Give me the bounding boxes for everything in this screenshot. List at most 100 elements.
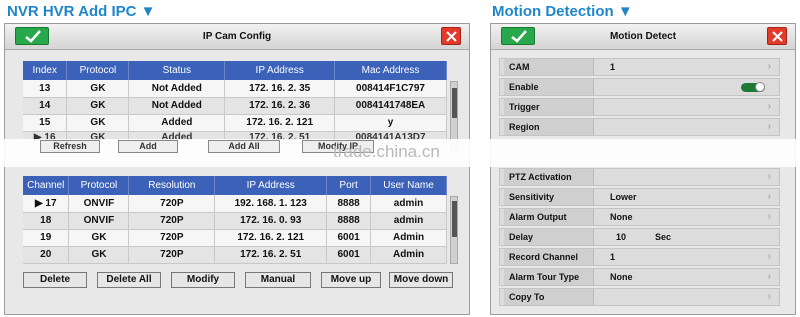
cell: ONVIF [68, 212, 130, 230]
setting-value: 1 [610, 252, 616, 262]
delete-button[interactable]: Delete [23, 272, 87, 288]
delay-value[interactable]: 10 [616, 229, 626, 245]
add-button[interactable]: Add [118, 140, 178, 153]
setting-record-channel[interactable]: Record Channel 1 › [499, 248, 780, 266]
setting-label: Copy To [504, 289, 594, 305]
screenshot-composite: NVR HVR Add IPC ▼ Motion Detection ▼ IP … [0, 0, 800, 317]
refresh-button[interactable]: Refresh [40, 140, 100, 153]
table-row[interactable]: 19 GK 720P 172. 16. 2. 121 6001 Admin [23, 229, 447, 247]
scrollbar-thumb[interactable] [452, 88, 457, 118]
chevron-right-icon: › [767, 251, 771, 262]
column-header[interactable]: Mac Address [334, 61, 447, 80]
cell: 6001 [326, 229, 372, 247]
cell: 0084141748EA [334, 97, 447, 115]
table-row[interactable]: 13 GK Not Added 172. 16. 2. 35 008414F1C… [23, 80, 447, 98]
setting-value: 1 [610, 62, 616, 72]
window-header: IP Cam Config [5, 24, 469, 50]
add-all-button[interactable]: Add All [208, 140, 280, 153]
column-header[interactable]: Protocol [68, 176, 130, 195]
move-down-button[interactable]: Move down [389, 272, 453, 288]
column-header[interactable]: Protocol [66, 61, 130, 80]
watermark-text: trade.china.cn [333, 142, 440, 161]
cell: 15 [23, 114, 68, 132]
scrollbar-bottom-table[interactable] [450, 196, 458, 264]
table-row[interactable]: 15 GK Added 172. 16. 2. 121 y [23, 114, 447, 132]
column-header[interactable]: IP Address [224, 61, 336, 80]
setting-label: Sensitivity [504, 189, 594, 205]
table-row[interactable]: 18 ONVIF 720P 172. 16. 0. 93 8888 admin [23, 212, 447, 230]
window-title: Motion Detect [609, 31, 677, 42]
scrollbar-thumb[interactable] [452, 201, 457, 237]
column-header[interactable]: Resolution [128, 176, 216, 195]
cell: 720P [128, 212, 216, 230]
column-header[interactable]: Status [128, 61, 226, 80]
section-title-motion: Motion Detection ▼ [492, 3, 633, 20]
column-header[interactable]: Channel [23, 176, 70, 195]
table-row[interactable]: 14 GK Not Added 172. 16. 2. 36 008414174… [23, 97, 447, 115]
setting-region[interactable]: Region › [499, 118, 780, 136]
chevron-right-icon: › [767, 191, 771, 202]
cell: 13 [23, 80, 68, 98]
table-row[interactable]: 20 GK 720P 172. 16. 2. 51 6001 Admin [23, 246, 447, 264]
cell: Admin [370, 229, 447, 247]
chevron-right-icon: › [767, 211, 771, 222]
setting-alarm-output[interactable]: Alarm Output None › [499, 208, 780, 226]
table-row[interactable]: ▶ 17 ONVIF 720P 192. 168. 1. 123 8888 ad… [23, 195, 447, 213]
column-header[interactable]: Index [23, 61, 68, 80]
setting-cam[interactable]: CAM 1 › [499, 58, 780, 76]
cell: 172. 16. 2. 36 [224, 97, 336, 115]
setting-trigger[interactable]: Trigger › [499, 98, 780, 116]
setting-label: Region [504, 119, 594, 135]
setting-ptz-activation[interactable]: PTZ Activation › [499, 168, 780, 186]
cell: GK [68, 229, 130, 247]
setting-enable: Enable [499, 78, 780, 96]
manual-button[interactable]: Manual [245, 272, 311, 288]
cell: Not Added [128, 80, 226, 98]
cell: ▶ 17 [23, 195, 70, 213]
setting-label: PTZ Activation [504, 169, 594, 185]
cell: 14 [23, 97, 68, 115]
setting-sensitivity[interactable]: Sensitivity Lower › [499, 188, 780, 206]
cell: 19 [23, 229, 70, 247]
action-button-row: Delete Delete All Modify Manual Move up … [23, 272, 463, 290]
cell: admin [370, 195, 447, 213]
close-icon [446, 31, 457, 42]
chevron-right-icon: › [767, 101, 771, 112]
move-up-button[interactable]: Move up [321, 272, 381, 288]
setting-label: Record Channel [504, 249, 594, 265]
cell: Not Added [128, 97, 226, 115]
modify-button[interactable]: Modify [171, 272, 235, 288]
cell: 720P [128, 246, 216, 264]
cell: 8888 [326, 195, 372, 213]
column-header[interactable]: Port [326, 176, 372, 195]
close-icon [772, 31, 783, 42]
column-header[interactable]: User Name [370, 176, 447, 195]
column-header[interactable]: IP Address [214, 176, 328, 195]
setting-copy-to[interactable]: Copy To › [499, 288, 780, 306]
table-header-row: Channel Protocol Resolution IP Address P… [23, 176, 447, 195]
cell: 20 [23, 246, 70, 264]
enable-toggle[interactable] [741, 82, 765, 92]
setting-label: CAM [504, 59, 594, 75]
setting-value: Lower [610, 192, 637, 202]
delete-all-button[interactable]: Delete All [97, 272, 161, 288]
cell: GK [66, 97, 130, 115]
setting-label: Trigger [504, 99, 594, 115]
cell: Admin [370, 246, 447, 264]
close-button[interactable] [767, 27, 787, 45]
cell: 172. 16. 2. 121 [214, 229, 328, 247]
setting-label: Alarm Output [504, 209, 594, 225]
setting-label: Enable [504, 79, 594, 95]
setting-delay[interactable]: Delay 10 Sec [499, 228, 780, 246]
close-button[interactable] [441, 27, 461, 45]
setting-alarm-tour-type[interactable]: Alarm Tour Type None › [499, 268, 780, 286]
chevron-right-icon: › [767, 121, 771, 132]
cell: 8888 [326, 212, 372, 230]
cell: 172. 16. 0. 93 [214, 212, 328, 230]
cell: GK [68, 246, 130, 264]
table-header-row: Index Protocol Status IP Address Mac Add… [23, 61, 447, 80]
cell: 720P [128, 229, 216, 247]
cell: 18 [23, 212, 70, 230]
chevron-right-icon: › [767, 291, 771, 302]
window-title: IP Cam Config [202, 31, 272, 42]
